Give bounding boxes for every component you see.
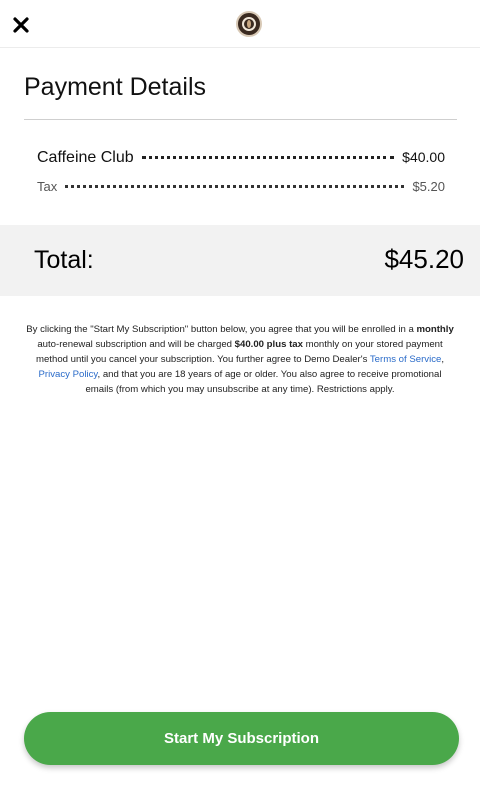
dotted-leader — [65, 185, 405, 188]
line-item-caffeine-club: Caffeine Club $40.00 — [37, 149, 445, 167]
close-button[interactable] — [12, 16, 30, 34]
legal-bold-monthly: monthly — [416, 324, 454, 335]
total-value: $45.20 — [384, 244, 464, 274]
legal-text: By clicking the "Start My Subscription" … — [26, 324, 417, 335]
legal-text: , — [441, 354, 444, 365]
coffee-logo-icon — [236, 11, 262, 37]
title-divider — [24, 119, 457, 120]
dotted-leader — [141, 156, 395, 159]
line-item-amount: $40.00 — [402, 149, 445, 165]
total-section: Total: $45.20 — [0, 225, 480, 296]
line-item-amount: $5.20 — [412, 179, 445, 194]
line-item-tax: Tax $5.20 — [37, 179, 445, 194]
page-title: Payment Details — [24, 73, 207, 101]
line-item-label: Caffeine Club — [37, 149, 134, 166]
top-bar — [0, 0, 480, 48]
terms-of-service-link[interactable]: Terms of Service — [370, 354, 441, 365]
privacy-policy-link[interactable]: Privacy Policy — [38, 369, 97, 380]
close-icon — [13, 17, 29, 33]
legal-disclaimer: By clicking the "Start My Subscription" … — [26, 322, 454, 397]
start-subscription-button[interactable]: Start My Subscription — [24, 712, 459, 765]
legal-text: , and that you are 18 years of age or ol… — [85, 369, 442, 395]
total-label: Total: — [34, 246, 94, 274]
legal-bold-price: $40.00 plus tax — [234, 339, 303, 350]
legal-text: auto-renewal subscription and will be ch… — [37, 339, 235, 350]
line-item-label: Tax — [37, 179, 58, 194]
